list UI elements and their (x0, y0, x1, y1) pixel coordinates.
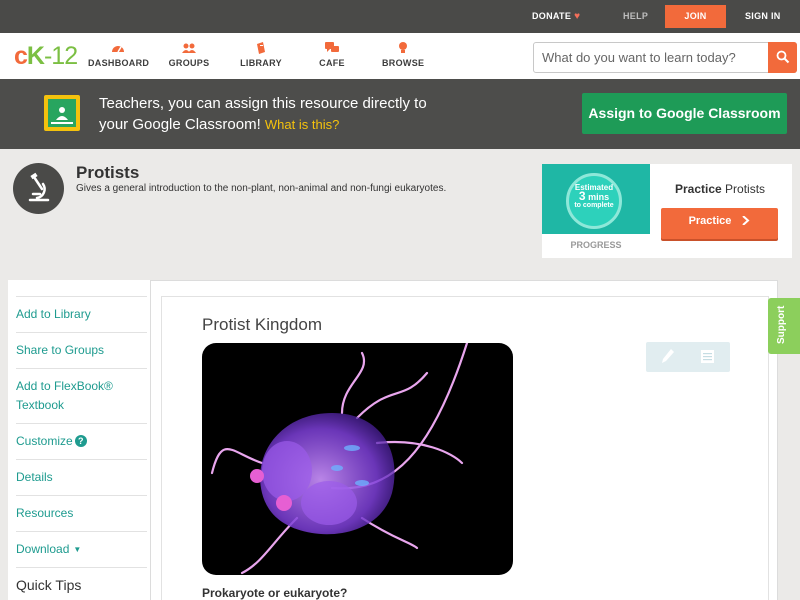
logo-12: 12 (51, 42, 78, 70)
sidebar-item-quick-tips[interactable]: Quick Tips (16, 567, 147, 600)
progress-label: PROGRESS (570, 240, 622, 250)
nav-groups-label: GROUPS (168, 58, 210, 68)
practice-title-bold: Practice (675, 182, 722, 196)
concept-title: Protists (76, 163, 140, 182)
caret-down-icon: ▼ (73, 545, 82, 554)
assign-google-classroom-button[interactable]: Assign to Google Classroom (582, 93, 787, 134)
mins-label: 3 mins (569, 189, 619, 203)
figure-caption: Prokaryote or eukaryote? (202, 586, 348, 600)
search-box (533, 42, 797, 73)
google-classroom-logo (44, 95, 80, 131)
practice-card-title: Practice Protists (675, 182, 765, 196)
nav-groups[interactable]: GROUPS (168, 42, 210, 68)
annotation-tools (646, 342, 730, 372)
help-link[interactable]: HELP (623, 0, 648, 33)
sidebar-item-details[interactable]: Details (16, 459, 147, 495)
banner-line-1: Teachers, you can assign this resource d… (99, 95, 427, 112)
nav-browse[interactable]: BROWSE (382, 42, 424, 68)
nav-cafe-label: CAFE (319, 58, 345, 68)
customize-label: Customize (16, 434, 73, 448)
logo-k: K (26, 42, 45, 70)
main-nav: cK-12 DASHBOARD GROUPS LIBRARY CAFE BROW… (0, 33, 800, 79)
practice-button[interactable]: Practice (661, 208, 778, 239)
cafe-icon (325, 42, 339, 52)
search-button[interactable] (768, 42, 797, 73)
pencil-icon[interactable] (662, 349, 674, 363)
sidebar-item-add-to-flexbook[interactable]: Add to FlexBook® Textbook (16, 368, 147, 423)
mins-unit: mins (588, 192, 610, 202)
classroom-banner-text: Teachers, you can assign this resource d… (99, 93, 519, 135)
heart-icon: ♥ (574, 11, 581, 22)
download-label: Download (16, 542, 70, 556)
practice-title-rest: Protists (725, 182, 766, 196)
flexbook-line-1: Add to FlexBook® (16, 379, 113, 393)
nav-cafe[interactable]: CAFE (318, 42, 346, 68)
nav-library-label: LIBRARY (240, 58, 282, 68)
sidebar-item-customize[interactable]: Customize? (16, 423, 147, 459)
top-bar: DONATE ♥ HELP JOIN SIGN IN (0, 0, 800, 33)
browse-icon (399, 42, 407, 53)
estimated-label: Estimated (574, 183, 614, 192)
concept-description: Gives a general introduction to the non-… (76, 183, 447, 194)
groups-icon (182, 43, 196, 53)
protist-image[interactable] (202, 343, 513, 575)
donate-link[interactable]: DONATE ♥ (532, 0, 580, 33)
nav-library[interactable]: LIBRARY (240, 42, 282, 68)
microscope-icon (13, 163, 64, 214)
chevron-right-icon (742, 215, 750, 226)
sidebar-item-resources[interactable]: Resources (16, 495, 147, 531)
ck12-logo[interactable]: cK-12 (14, 42, 78, 71)
dashboard-icon (112, 46, 124, 53)
practice-progress-image: Estimated 3 mins to complete (542, 164, 650, 234)
search-icon (776, 50, 790, 64)
help-icon[interactable]: ? (74, 435, 87, 447)
sidebar: Add to Library Share to Groups Add to Fl… (8, 280, 151, 600)
join-button[interactable]: JOIN (665, 5, 726, 28)
estimated-time-badge: Estimated 3 mins to complete (566, 173, 622, 229)
sidebar-item-download[interactable]: Download ▼ (16, 531, 147, 567)
nav-browse-label: BROWSE (382, 58, 425, 68)
search-input[interactable] (534, 43, 769, 72)
nav-dashboard-label: DASHBOARD (88, 58, 150, 68)
mins-value: 3 (578, 189, 586, 203)
practice-button-label: Practice (688, 215, 732, 227)
what-is-this-link[interactable]: What is this? (265, 117, 339, 132)
sidebar-item-share-to-groups[interactable]: Share to Groups (16, 332, 147, 368)
donate-label: DONATE (532, 11, 572, 21)
classroom-icon (51, 107, 73, 124)
nav-dashboard[interactable]: DASHBOARD (88, 42, 150, 68)
section-title: Protist Kingdom (202, 315, 322, 334)
support-tab[interactable]: Support (768, 298, 800, 354)
to-complete-label: to complete (574, 202, 614, 209)
practice-card: Estimated 3 mins to complete PROGRESS Pr… (542, 164, 792, 258)
banner-line-2: your Google Classroom! (99, 116, 261, 133)
library-icon (257, 42, 265, 54)
google-classroom-banner: Teachers, you can assign this resource d… (0, 79, 800, 149)
sign-in-link[interactable]: SIGN IN (745, 0, 781, 33)
sidebar-item-add-to-library[interactable]: Add to Library (16, 296, 147, 332)
flexbook-line-2: Textbook (16, 398, 65, 412)
logo-c: c (14, 42, 28, 70)
notes-icon[interactable] (701, 350, 714, 363)
support-label: Support (776, 305, 787, 344)
